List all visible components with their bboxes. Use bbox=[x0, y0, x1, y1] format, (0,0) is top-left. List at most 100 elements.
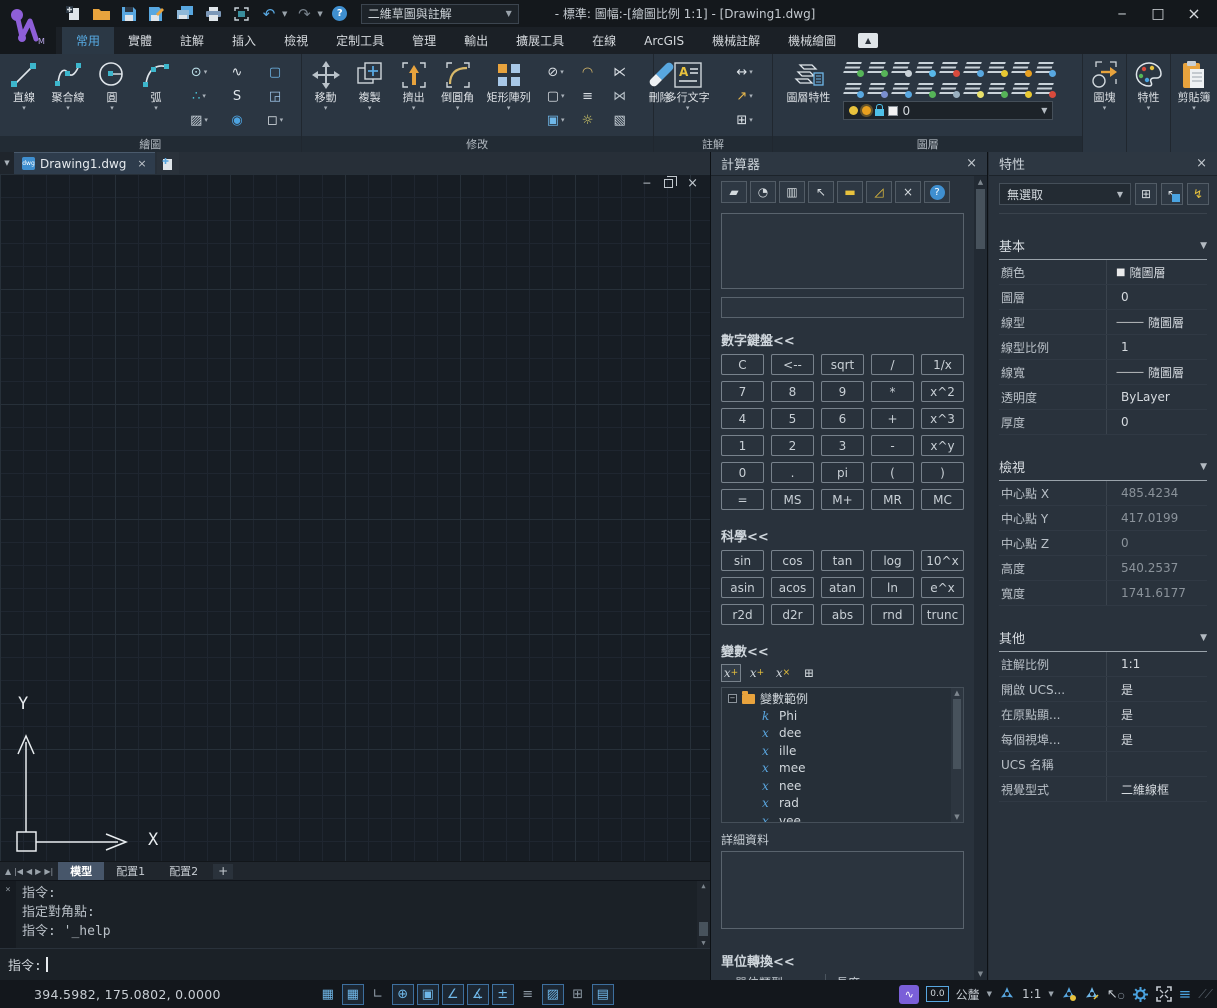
calc-sci-key[interactable]: atan bbox=[821, 577, 864, 598]
property-row[interactable]: 每個視埠...是 bbox=[999, 727, 1207, 752]
extend-icon[interactable]: ⋉▾ bbox=[605, 61, 635, 83]
command-close-icon[interactable]: × bbox=[0, 881, 16, 948]
arc-button[interactable]: 弧▾ bbox=[134, 56, 178, 136]
spline-icon[interactable]: ∿▾ bbox=[219, 61, 255, 83]
property-row[interactable]: 中心點 X485.4234 bbox=[999, 481, 1207, 506]
scroll-down-icon[interactable]: ▼ bbox=[954, 813, 959, 821]
layer-unlock-icon[interactable] bbox=[963, 58, 984, 77]
calc-key[interactable]: 2 bbox=[771, 435, 814, 456]
viewport-cycle-icon[interactable]: ▤ bbox=[592, 984, 614, 1005]
next-layout-icon[interactable]: ▶ bbox=[35, 867, 41, 876]
calc-key[interactable]: - bbox=[871, 435, 914, 456]
calc-key[interactable]: 1 bbox=[721, 435, 764, 456]
explode-icon[interactable]: ☼▾ bbox=[573, 109, 603, 131]
calc-key[interactable]: C bbox=[721, 354, 764, 375]
property-row[interactable]: 中心點 Y417.0199 bbox=[999, 506, 1207, 531]
rect-array-button[interactable]: 矩形陣列▾ bbox=[480, 56, 538, 136]
layer-match-icon[interactable] bbox=[891, 79, 912, 98]
polar-tracking-icon[interactable]: ⊕ bbox=[392, 984, 414, 1005]
property-row[interactable]: 圖層0 bbox=[999, 285, 1207, 310]
property-row[interactable]: 在原點顯...是 bbox=[999, 702, 1207, 727]
layer-current-icon[interactable] bbox=[915, 79, 936, 98]
prev-layout-icon[interactable]: ◀ bbox=[26, 867, 32, 876]
delete-variable-icon[interactable]: x× bbox=[773, 664, 793, 682]
calc-key[interactable]: 9 bbox=[821, 381, 864, 402]
region-icon[interactable]: ◲▾ bbox=[257, 85, 293, 107]
calc-key[interactable]: * bbox=[871, 381, 914, 402]
maximize-button[interactable]: □ bbox=[1141, 3, 1175, 25]
calc-key[interactable]: x^y bbox=[921, 435, 964, 456]
calc-sci-key[interactable]: tan bbox=[821, 550, 864, 571]
redo-dropdown-icon[interactable]: ▼ bbox=[317, 10, 322, 18]
calc-key[interactable]: 4 bbox=[721, 408, 764, 429]
calc-key[interactable]: 7 bbox=[721, 381, 764, 402]
calc-key[interactable]: x^3 bbox=[921, 408, 964, 429]
calculator-grid-icon[interactable]: ⊞ bbox=[799, 664, 819, 682]
new-document-tab-icon[interactable] bbox=[157, 152, 179, 174]
calc-key[interactable]: MS bbox=[771, 489, 814, 510]
annotation-scale-icon[interactable] bbox=[999, 986, 1015, 1002]
property-row[interactable]: 厚度0 bbox=[999, 410, 1207, 435]
layer-delete-icon[interactable] bbox=[1035, 79, 1056, 98]
save-icon[interactable] bbox=[118, 4, 140, 24]
workspace-selector[interactable]: 二維草圖與註解 ▼ bbox=[361, 4, 519, 24]
copy-button[interactable]: 複製▾ bbox=[348, 56, 392, 136]
calc-sci-key[interactable]: d2r bbox=[771, 604, 814, 625]
scroll-down-icon[interactable]: ▼ bbox=[701, 939, 705, 947]
align-icon[interactable]: ≡▾ bbox=[573, 85, 603, 107]
calc-sci-key[interactable]: ln bbox=[871, 577, 914, 598]
help-icon[interactable]: ? bbox=[924, 181, 950, 203]
property-row[interactable]: 透明度ByLayer bbox=[999, 385, 1207, 410]
calc-key[interactable]: pi bbox=[821, 462, 864, 483]
ribbon-tab[interactable]: 檢視 bbox=[270, 27, 322, 54]
calc-key[interactable]: = bbox=[721, 489, 764, 510]
ribbon-tab[interactable]: 定制工具 bbox=[322, 27, 398, 54]
properties-close-icon[interactable]: × bbox=[1196, 156, 1207, 171]
calc-key[interactable]: . bbox=[771, 462, 814, 483]
calc-key[interactable]: 8 bbox=[771, 381, 814, 402]
variable-item[interactable]: xvee bbox=[722, 812, 951, 822]
layer-selector[interactable]: 0 ▼ bbox=[843, 101, 1053, 120]
grid-display-icon[interactable]: ▦ bbox=[317, 984, 339, 1005]
calculator-close-icon[interactable]: × bbox=[966, 156, 977, 171]
properties-button[interactable]: 特性▾ bbox=[1127, 56, 1171, 152]
ortho-icon[interactable]: ∟ bbox=[367, 984, 389, 1005]
paste-to-commandline-icon[interactable]: ▥ bbox=[779, 181, 805, 203]
calc-key[interactable]: 0 bbox=[721, 462, 764, 483]
model-canvas[interactable]: ─ × Y X bbox=[0, 174, 710, 861]
clipboard-button[interactable]: 剪貼簿▾ bbox=[1172, 56, 1216, 152]
get-coordinates-icon[interactable]: ↖ bbox=[808, 181, 834, 203]
circle-button[interactable]: 圓▾ bbox=[90, 56, 134, 136]
calc-key[interactable]: ( bbox=[871, 462, 914, 483]
calculator-scrollbar[interactable]: ▲ ▼ bbox=[974, 176, 987, 980]
layout-tab[interactable]: 模型 bbox=[58, 862, 104, 880]
minimize-button[interactable]: ─ bbox=[1105, 3, 1139, 25]
show-lineweight-icon[interactable]: ≡ bbox=[517, 984, 539, 1005]
viewport-restore-icon[interactable] bbox=[664, 179, 673, 188]
variables-section-label[interactable]: 變數<< bbox=[721, 641, 964, 660]
calc-sci-key[interactable]: sin bbox=[721, 550, 764, 571]
fillet-button[interactable]: 倒圓角▾ bbox=[436, 56, 480, 136]
property-row[interactable]: 寬度1741.6177 bbox=[999, 581, 1207, 606]
break-icon[interactable]: ▢▾ bbox=[541, 85, 571, 107]
calc-key[interactable]: M+ bbox=[821, 489, 864, 510]
ribbon-tab[interactable]: 在線 bbox=[578, 27, 630, 54]
layout-tab[interactable]: 配置1 bbox=[104, 862, 157, 880]
layer-off-icon[interactable] bbox=[891, 58, 912, 77]
variable-item[interactable]: kPhi bbox=[722, 707, 951, 725]
trim-icon[interactable]: ⊘▾ bbox=[541, 61, 571, 83]
document-tab-close-icon[interactable]: × bbox=[137, 157, 146, 170]
angle-snap-icon[interactable]: ∠ bbox=[442, 984, 464, 1005]
document-tab[interactable]: dwg Drawing1.dwg × bbox=[14, 152, 155, 174]
ribbon-tab[interactable]: 機械繪圖 bbox=[774, 27, 850, 54]
command-expand-icon[interactable]: ▲ bbox=[5, 867, 11, 876]
calc-sci-key[interactable]: log bbox=[871, 550, 914, 571]
layer-isolate-icon[interactable] bbox=[843, 79, 864, 98]
undo-dropdown-icon[interactable]: ▼ bbox=[282, 10, 287, 18]
viewport-icon[interactable] bbox=[230, 4, 252, 24]
hatch-icon[interactable]: ▨▾ bbox=[181, 109, 217, 131]
calc-key[interactable]: + bbox=[871, 408, 914, 429]
annotation-autoscale-icon[interactable] bbox=[1084, 986, 1100, 1002]
selection-cycling-icon[interactable]: ↖○ bbox=[1107, 987, 1125, 1002]
scroll-up-icon[interactable]: ▲ bbox=[701, 882, 705, 890]
